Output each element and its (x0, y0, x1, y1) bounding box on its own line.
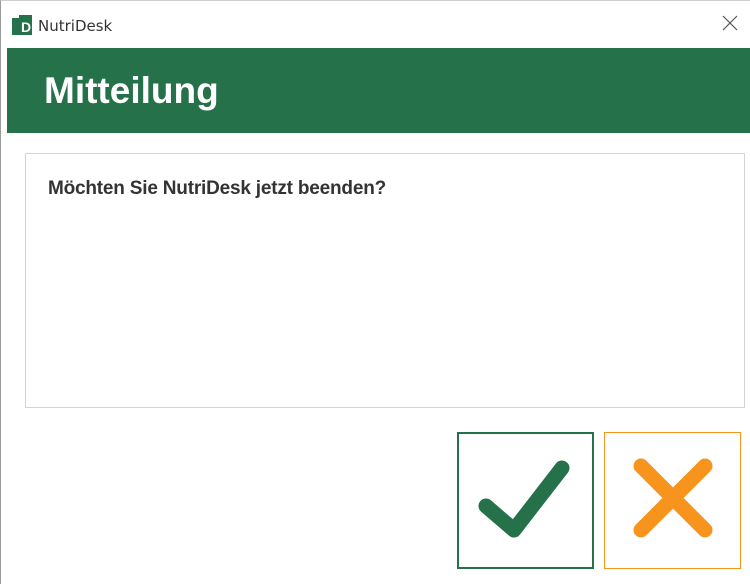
svg-text:D: D (21, 19, 31, 35)
message-text: Möchten Sie NutriDesk jetzt beenden? (48, 178, 387, 199)
close-button[interactable] (710, 9, 750, 41)
nutridesk-logo-icon: D (12, 15, 32, 35)
dialog-header: Mitteilung (7, 48, 750, 133)
dialog-window: D NutriDesk Mitteilung Möchten Sie Nutri… (0, 0, 750, 584)
title-bar: D NutriDesk (1, 1, 750, 46)
message-panel: Möchten Sie NutriDesk jetzt beenden? (25, 153, 745, 408)
checkmark-icon (476, 448, 576, 553)
cross-icon (623, 448, 723, 553)
window-title: NutriDesk (38, 17, 113, 35)
close-icon (722, 15, 738, 36)
confirm-button[interactable] (457, 432, 594, 569)
cancel-button[interactable] (604, 432, 741, 569)
dialog-title: Mitteilung (44, 70, 219, 111)
